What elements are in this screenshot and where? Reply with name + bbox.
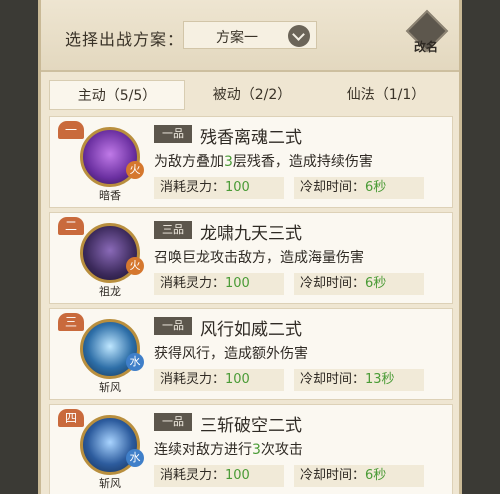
mana-cost: 消耗灵力：100 bbox=[154, 369, 284, 391]
cooldown: 冷却时间：6秒 bbox=[294, 273, 424, 295]
skill-stats: 消耗灵力：100 冷却时间：13秒 bbox=[154, 369, 444, 393]
cooldown: 冷却时间：6秒 bbox=[294, 177, 424, 199]
water-element-badge: 水 bbox=[126, 353, 144, 371]
fire-element-badge: 火 bbox=[126, 161, 144, 179]
mana-cost: 消耗灵力：100 bbox=[154, 273, 284, 295]
tab-passive-skills[interactable]: 被动（2/2） bbox=[185, 80, 319, 110]
skill-name: 三斩破空二式 bbox=[200, 416, 302, 436]
skill-name: 龙啸九天三式 bbox=[200, 224, 302, 244]
skill-card[interactable]: 四 水 斩风 一品 三斩破空二式 连续对敌方进行3次攻击 消耗灵力：100 冷却… bbox=[49, 404, 453, 494]
skill-icon-caption: 祖龙 bbox=[99, 285, 121, 298]
skill-icon-caption: 斩风 bbox=[99, 381, 121, 394]
cooldown: 冷却时间：6秒 bbox=[294, 465, 424, 487]
skill-stats: 消耗灵力：100 冷却时间：6秒 bbox=[154, 465, 444, 489]
mana-cost: 消耗灵力：100 bbox=[154, 465, 284, 487]
skill-index-badge: 二 bbox=[58, 217, 84, 235]
skill-rank-badge: 一品 bbox=[154, 125, 192, 143]
skill-index-badge: 四 bbox=[58, 409, 84, 427]
skill-index-badge: 三 bbox=[58, 313, 84, 331]
plan-header: 选择出战方案： 方案一 改名 bbox=[41, 0, 459, 72]
chevron-down-icon[interactable] bbox=[288, 25, 310, 47]
skill-stats: 消耗灵力：100 冷却时间：6秒 bbox=[154, 273, 444, 297]
rename-label: 改名 bbox=[413, 40, 438, 54]
skill-name: 风行如威二式 bbox=[200, 320, 302, 340]
skill-icon-caption: 斩风 bbox=[99, 477, 121, 490]
plan-select[interactable]: 方案一 bbox=[183, 21, 317, 49]
skill-panel: 选择出战方案： 方案一 改名 主动（5/5） 被动（2/2） 仙法（1/1） 一… bbox=[38, 0, 462, 494]
skill-description: 召唤巨龙攻击敌方，造成海量伤害 bbox=[154, 250, 364, 266]
skill-card[interactable]: 二 火 祖龙 三品 龙啸九天三式 召唤巨龙攻击敌方，造成海量伤害 消耗灵力：10… bbox=[49, 212, 453, 304]
fire-element-badge: 火 bbox=[126, 257, 144, 275]
skill-card[interactable]: 一 火 暗香 一品 残香离魂二式 为敌方叠加3层残香，造成持续伤害 消耗灵力：1… bbox=[49, 116, 453, 208]
skill-stats: 消耗灵力：100 冷却时间：6秒 bbox=[154, 177, 444, 201]
skill-list: 一 火 暗香 一品 残香离魂二式 为敌方叠加3层残香，造成持续伤害 消耗灵力：1… bbox=[49, 116, 453, 494]
skill-index-badge: 一 bbox=[58, 121, 84, 139]
skill-name: 残香离魂二式 bbox=[200, 128, 302, 148]
skill-description: 获得风行，造成额外伤害 bbox=[154, 346, 308, 362]
plan-label: 选择出战方案： bbox=[65, 30, 185, 49]
skill-card[interactable]: 三 水 斩风 一品 风行如威二式 获得风行，造成额外伤害 消耗灵力：100 冷却… bbox=[49, 308, 453, 400]
mana-cost: 消耗灵力：100 bbox=[154, 177, 284, 199]
skill-description: 连续对敌方进行3次攻击 bbox=[154, 442, 303, 458]
tab-active-skills[interactable]: 主动（5/5） bbox=[49, 80, 185, 110]
skill-rank-badge: 一品 bbox=[154, 317, 192, 335]
skill-rank-badge: 一品 bbox=[154, 413, 192, 431]
skill-description: 为敌方叠加3层残香，造成持续伤害 bbox=[154, 154, 373, 170]
plan-value: 方案一 bbox=[216, 30, 258, 46]
skill-rank-badge: 三品 bbox=[154, 221, 192, 239]
skill-tabs: 主动（5/5） 被动（2/2） 仙法（1/1） bbox=[49, 80, 453, 110]
tab-immortal-arts[interactable]: 仙法（1/1） bbox=[319, 80, 453, 110]
cooldown: 冷却时间：13秒 bbox=[294, 369, 424, 391]
rename-button[interactable]: 改名 bbox=[403, 9, 449, 58]
water-element-badge: 水 bbox=[126, 449, 144, 467]
skill-icon-caption: 暗香 bbox=[99, 189, 121, 202]
